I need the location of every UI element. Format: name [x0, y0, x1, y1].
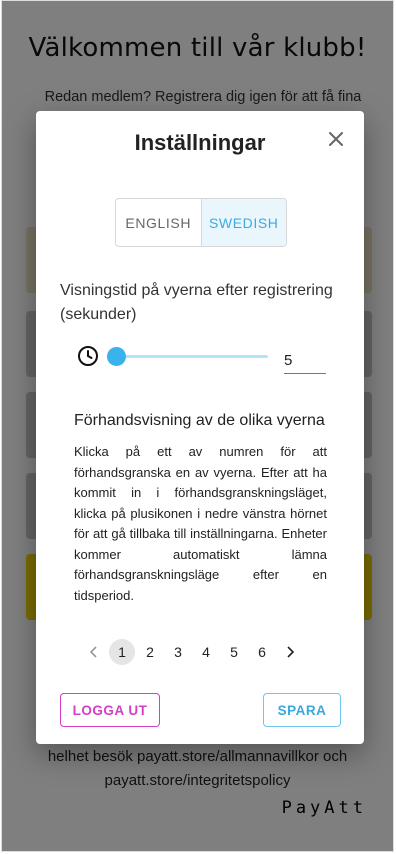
close-button[interactable] [324, 127, 348, 151]
background-page: Välkommen till vår klubb! Redan medlem? … [1, 0, 394, 852]
chevron-right-icon [287, 646, 295, 658]
page-button-6[interactable]: 6 [248, 639, 276, 665]
clock-icon [78, 346, 98, 366]
preview-description: Klicka på ett av numren för att förhands… [74, 444, 327, 603]
language-english-button[interactable]: ENGLISH [116, 199, 202, 246]
display-time-label: Visningstid på vyerna efter registrering… [60, 282, 333, 323]
preview-title: Förhandsvisning av de olika vyerna [74, 412, 325, 429]
close-icon [329, 132, 343, 146]
next-page-button[interactable] [276, 639, 304, 665]
page-button-4[interactable]: 4 [192, 639, 220, 665]
settings-dialog: Inställningar ENGLISH SWEDISH Visningsti… [36, 111, 364, 744]
page-button-5[interactable]: 5 [220, 639, 248, 665]
dialog-title: Inställningar [134, 130, 266, 155]
page-button-3[interactable]: 3 [164, 639, 192, 665]
save-button[interactable]: SPARA [263, 693, 341, 727]
page-button-1[interactable]: 1 [109, 639, 135, 665]
seconds-input[interactable] [284, 347, 326, 374]
preview-pagination: 1 2 3 4 5 6 [80, 639, 304, 665]
logout-button[interactable]: LOGGA UT [60, 693, 160, 727]
chevron-left-icon [89, 646, 97, 658]
language-toggle: ENGLISH SWEDISH [115, 198, 287, 247]
language-swedish-button[interactable]: SWEDISH [201, 199, 286, 246]
display-time-slider-thumb[interactable] [107, 347, 126, 366]
previous-page-button[interactable] [80, 639, 108, 665]
page-button-2[interactable]: 2 [136, 639, 164, 665]
display-time-slider-track[interactable] [116, 355, 268, 358]
